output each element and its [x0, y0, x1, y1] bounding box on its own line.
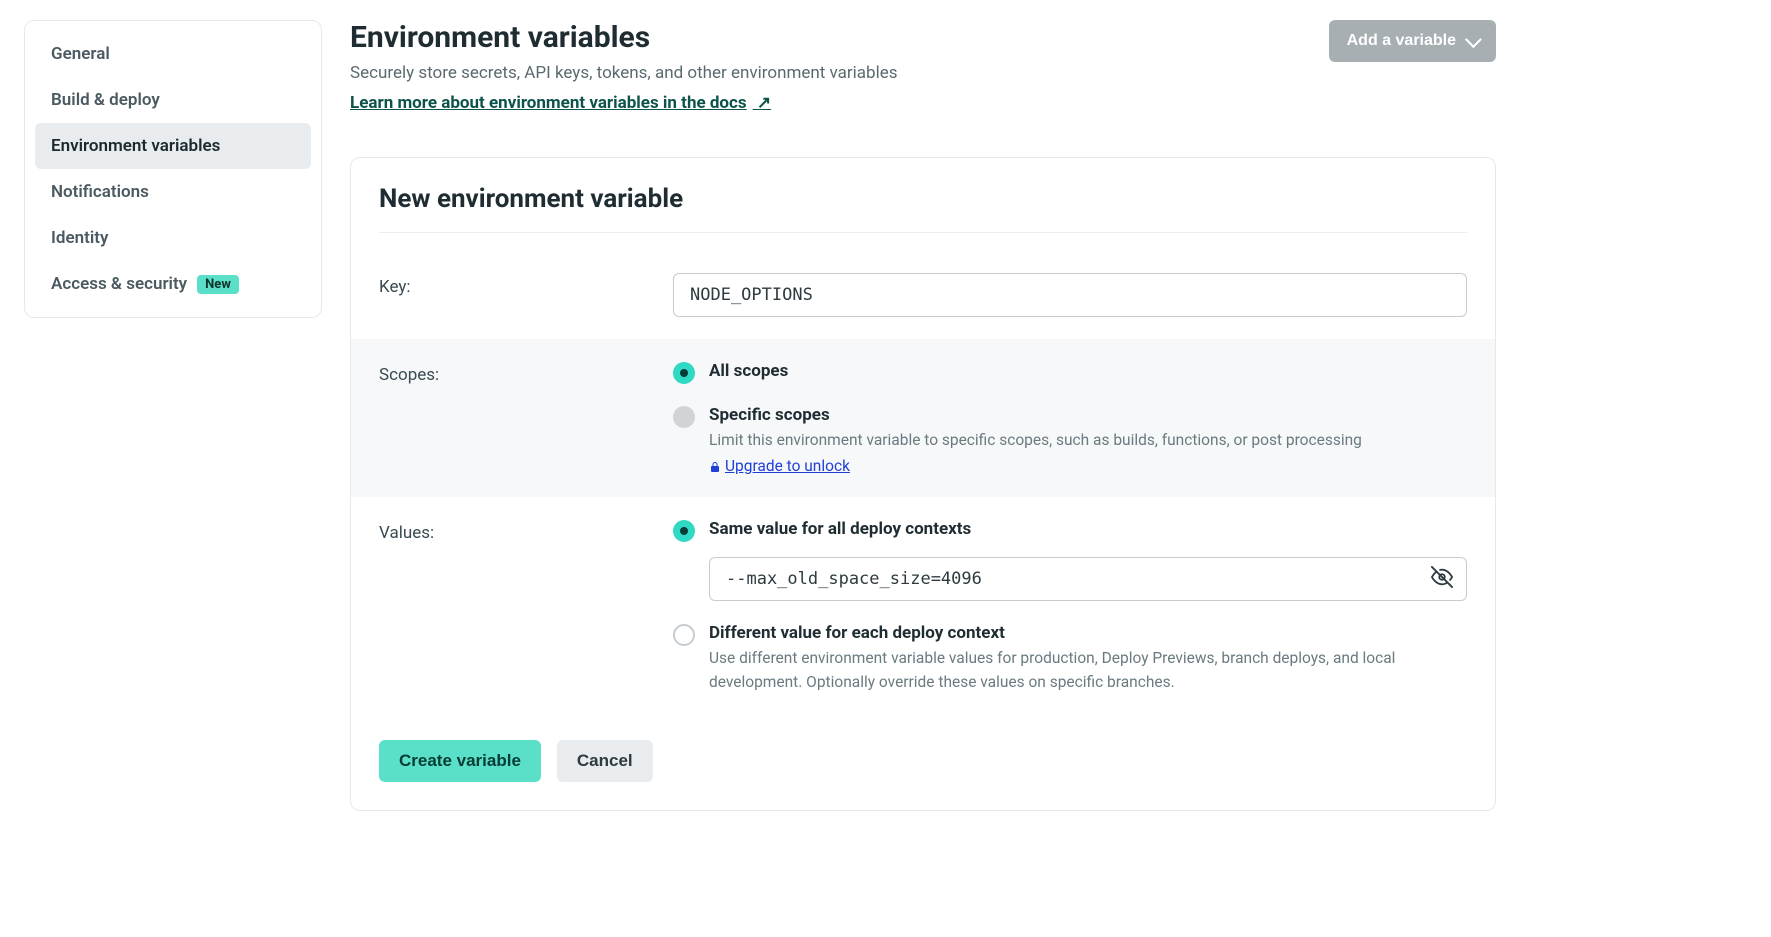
sidebar-item-build-deploy[interactable]: Build & deploy [35, 77, 311, 123]
scope-specific-desc: Limit this environment variable to speci… [709, 429, 1467, 452]
sidebar-item-access-security[interactable]: Access & security New [35, 261, 311, 307]
radio-disabled-icon [673, 406, 695, 428]
learn-more-label: Learn more about environment variables i… [350, 93, 747, 113]
key-row: Key: [351, 251, 1495, 339]
key-input[interactable] [673, 273, 1467, 317]
scope-specific-option[interactable]: Specific scopes Limit this environment v… [673, 405, 1467, 475]
eye-off-icon[interactable] [1431, 566, 1453, 592]
page-title: Environment variables [350, 20, 898, 55]
sidebar-item-label: General [51, 44, 110, 64]
values-different-option[interactable]: Different value for each deploy context … [673, 623, 1467, 694]
add-variable-button[interactable]: Add a variable [1329, 20, 1496, 62]
scope-all-title: All scopes [709, 361, 1467, 381]
new-badge: New [197, 275, 239, 294]
values-different-title: Different value for each deploy context [709, 623, 1467, 643]
page-header: Environment variables Securely store sec… [350, 20, 1496, 137]
external-arrow-icon: ↗ [753, 93, 771, 113]
upgrade-link[interactable]: Upgrade to unlock [725, 457, 850, 475]
cancel-button[interactable]: Cancel [557, 740, 653, 782]
values-different-desc: Use different environment variable value… [709, 647, 1467, 694]
scope-all-option[interactable]: All scopes [673, 361, 1467, 385]
sidebar-item-env-vars[interactable]: Environment variables [35, 123, 311, 169]
sidebar-item-label: Identity [51, 228, 108, 248]
scope-specific-title: Specific scopes [709, 405, 1467, 425]
sidebar-item-identity[interactable]: Identity [35, 215, 311, 261]
sidebar-item-notifications[interactable]: Notifications [35, 169, 311, 215]
scopes-row: Scopes: All scopes Specific scopes Limit… [351, 339, 1495, 497]
sidebar-item-label: Build & deploy [51, 90, 160, 110]
learn-more-link[interactable]: Learn more about environment variables i… [350, 93, 771, 113]
main: Environment variables Securely store sec… [350, 20, 1496, 811]
value-input[interactable] [709, 557, 1467, 601]
sidebar-item-general[interactable]: General [35, 31, 311, 77]
create-variable-button[interactable]: Create variable [379, 740, 541, 782]
values-same-option[interactable]: Same value for all deploy contexts [673, 519, 1467, 543]
values-same-title: Same value for all deploy contexts [709, 519, 1467, 539]
radio-checked-icon [673, 362, 695, 384]
card-title: New environment variable [379, 184, 1467, 233]
sidebar-item-label: Notifications [51, 182, 149, 202]
key-label: Key: [379, 273, 649, 297]
radio-checked-icon [673, 520, 695, 542]
lock-icon [709, 461, 721, 473]
sidebar-item-label: Environment variables [51, 136, 220, 156]
values-label: Values: [379, 519, 649, 543]
page-subtitle: Securely store secrets, API keys, tokens… [350, 63, 898, 83]
sidebar-item-label: Access & security [51, 274, 187, 294]
chevron-down-icon [1465, 31, 1482, 48]
sidebar: General Build & deploy Environment varia… [24, 20, 322, 318]
add-variable-label: Add a variable [1347, 32, 1456, 50]
card-actions: Create variable Cancel [351, 716, 1495, 810]
radio-unchecked-icon [673, 624, 695, 646]
new-variable-card: New environment variable Key: Scopes: Al… [350, 157, 1496, 811]
values-row: Values: Same value for all deploy contex… [351, 497, 1495, 716]
scopes-label: Scopes: [379, 361, 649, 385]
